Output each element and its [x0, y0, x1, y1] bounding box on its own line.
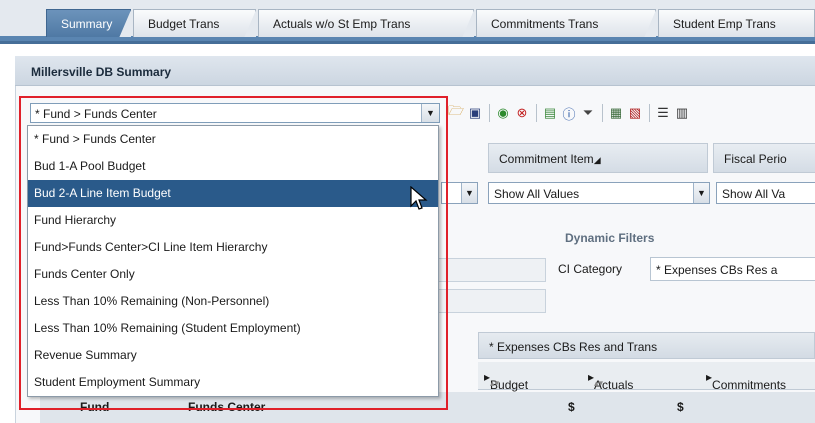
tab-actuals[interactable]: Actuals w/o St Emp Trans — [258, 9, 474, 37]
column-label: Fiscal Perio — [724, 152, 787, 166]
toolbar-separator — [602, 104, 603, 122]
tab-student-emp-trans[interactable]: Student Emp Trans — [658, 9, 815, 37]
measure-actuals[interactable]: ▸ Actuals ▴▾ — [588, 370, 633, 392]
sort-icon: ◢ — [593, 155, 601, 165]
panel-title: Millersville DB Summary — [15, 56, 815, 86]
toolbar-separator — [649, 104, 650, 122]
ci-category-field[interactable]: * Expenses CBs Res a — [650, 257, 815, 281]
ci-category-label: CI Category — [558, 262, 623, 276]
dynamic-filters-title: Dynamic Filters — [565, 231, 655, 245]
calculator-icon[interactable]: ▦ — [607, 104, 625, 122]
tab-corner — [244, 10, 256, 37]
grid-measure-row: ▸ Budget ▴▾ ▸ Actuals ▴▾ ▸ Commitments — [478, 362, 815, 392]
value-select-commitment-item[interactable]: Show All Values ▼ — [488, 182, 710, 204]
tab-corner — [644, 10, 656, 37]
value-select-fiscal-period[interactable]: Show All Va — [716, 182, 815, 204]
layout-icon[interactable]: ☰ — [654, 104, 672, 122]
sort-icon: ▴▾ — [594, 378, 604, 388]
export-icon[interactable]: ▤ — [541, 104, 559, 122]
tab-label: Summary — [61, 16, 113, 31]
refresh-icon[interactable]: ◉ — [494, 104, 512, 122]
value-select-text: Show All Va — [722, 187, 786, 201]
currency-actuals: $ — [677, 400, 684, 414]
tab-corner — [119, 10, 131, 37]
tab-label: Actuals w/o St Emp Trans — [273, 16, 411, 31]
tab-corner — [462, 10, 474, 37]
tab-summary[interactable]: Summary — [46, 9, 131, 37]
currency-budget: $ — [568, 400, 575, 414]
measure-label: Commitments — [712, 378, 787, 392]
print-icon[interactable]: ▧ — [626, 104, 644, 122]
measure-budget[interactable]: ▸ Budget ▴▾ — [484, 370, 528, 392]
chevron-down-icon[interactable]: ▼ — [461, 183, 477, 203]
grid-header: * Expenses CBs Res and Trans — [478, 332, 815, 359]
open-folder-icon[interactable]: 🗁 — [447, 103, 465, 122]
column-fiscal-period[interactable]: Fiscal Perio — [713, 143, 815, 173]
save-icon[interactable]: ▣ — [466, 104, 484, 122]
column-commitment-item[interactable]: Commitment Item◢ — [488, 143, 708, 173]
delete-icon[interactable]: ⊗ — [513, 104, 531, 122]
toolbar: 🗁 ▣ ◉ ⊗ ▤ ⓘ ⏷ ▦ ▧ ☰ ▥ — [447, 102, 692, 124]
tab-label: Student Emp Trans — [673, 16, 776, 31]
tab-budget-trans[interactable]: Budget Trans — [133, 9, 256, 37]
tab-commitments-trans[interactable]: Commitments Trans — [476, 9, 656, 37]
more-icon[interactable]: ▥ — [673, 104, 691, 122]
filter-icon[interactable]: ⏷ — [579, 104, 597, 122]
filter-field[interactable] — [438, 289, 546, 313]
filter-field[interactable] — [438, 258, 546, 282]
sort-icon: ▴▾ — [490, 378, 500, 388]
column-label: Commitment Item — [499, 152, 594, 166]
value-select-text: Show All Values — [494, 187, 580, 201]
info-icon[interactable]: ⓘ — [560, 104, 578, 122]
tab-label: Budget Trans — [148, 16, 220, 31]
highlight-annotation — [19, 96, 448, 410]
mouse-pointer-icon — [410, 186, 428, 210]
toolbar-separator — [536, 104, 537, 122]
chevron-down-icon[interactable]: ▼ — [693, 183, 709, 203]
measure-commitments[interactable]: ▸ Commitments — [706, 370, 786, 392]
tab-baseline-shadow — [0, 41, 815, 44]
tab-label: Commitments Trans — [491, 16, 599, 31]
toolbar-separator — [489, 104, 490, 122]
